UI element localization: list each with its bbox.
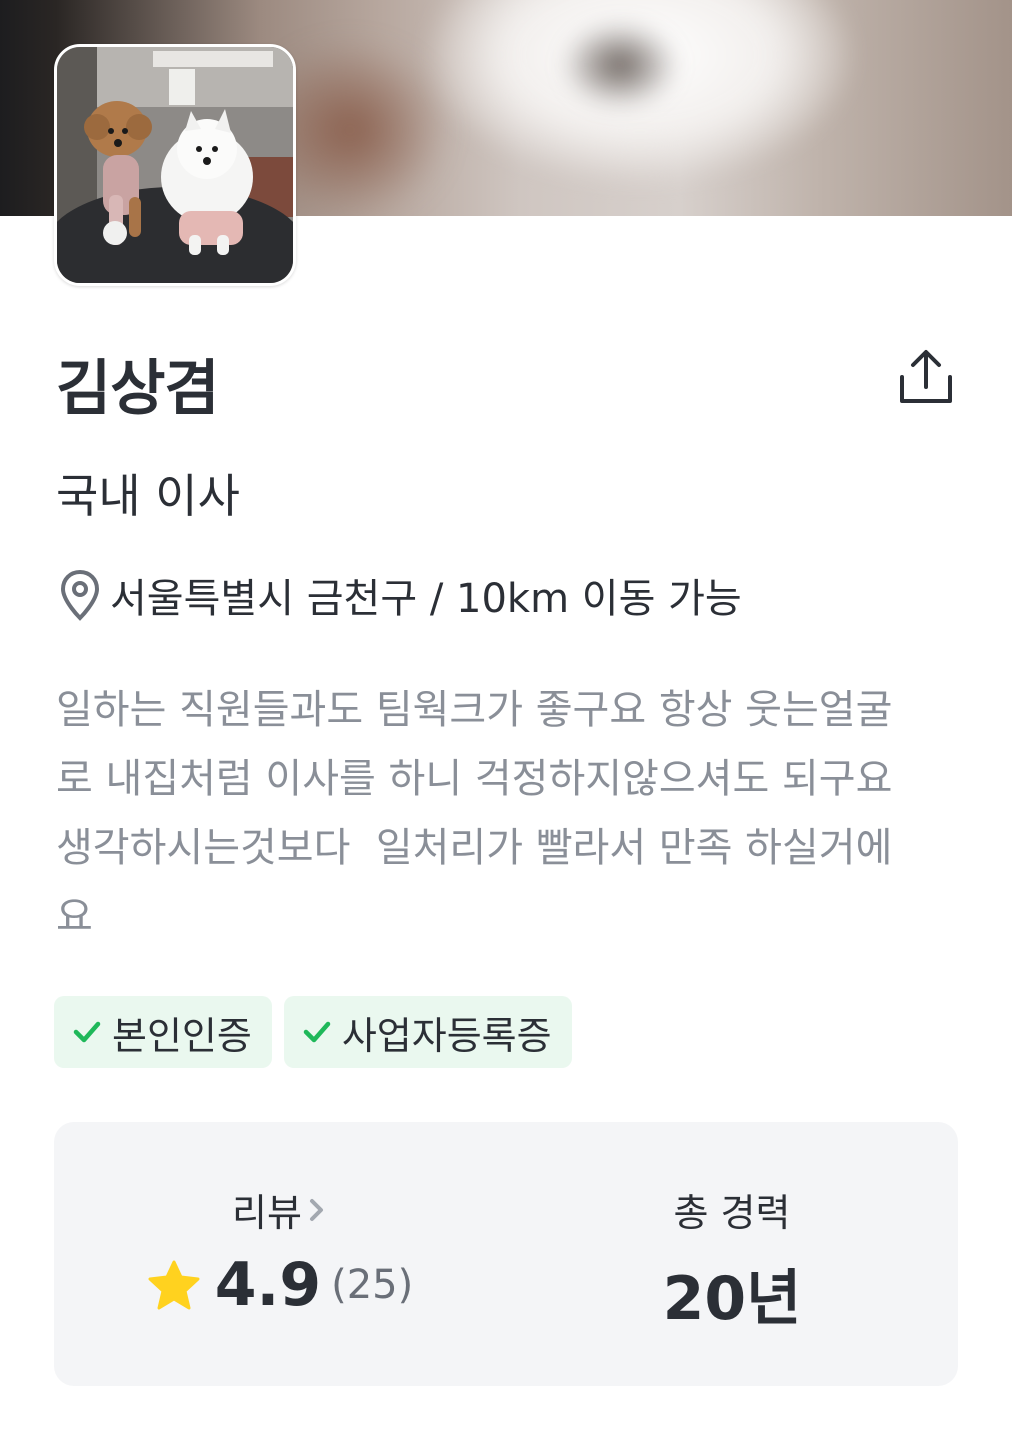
check-icon [303,1021,331,1043]
chevron-right-icon [309,1198,323,1221]
service-location: 서울특별시 금천구 / 10km 이동 가능 [58,566,742,624]
share-button[interactable] [894,344,958,408]
check-icon [73,1021,101,1043]
career-stat: 총 경력 20년 [506,1122,958,1386]
service-category: 국내 이사 [56,469,240,523]
rating-score: 4.9 [214,1250,322,1320]
star-icon [148,1260,200,1310]
expert-profile-page: 김상겸 국내 이사 서울특별시 금천구 / 10km 이동 가능 일하는 직원들… [0,0,1012,1440]
review-link[interactable]: 리뷰 [54,1182,506,1237]
career-value: 20년 [662,1264,802,1334]
badge-identity-verified: 본인인증 [54,996,272,1068]
location-pin-icon [60,569,100,621]
profile-avatar[interactable] [54,44,296,286]
career-label: 총 경력 [673,1191,791,1235]
profile-intro: 일하는 직원들과도 팀웍크가 좋구요 항상 웃는얼굴 로 내집처럼 이사를 하니… [56,687,893,940]
badge-business-registration: 사업자등록증 [283,996,572,1068]
badge-label: 본인인증 [112,1013,252,1058]
share-icon [900,350,952,403]
badge-label: 사업자등록증 [341,1013,552,1058]
profile-name: 김상겸 [56,354,220,424]
review-count: (25) [331,1262,414,1308]
rating-row: 4.9 (25) [54,1250,506,1320]
location-text: 서울특별시 금천구 / 10km 이동 가능 [110,576,742,622]
dog-photo [57,47,293,283]
verification-badges: 본인인증 사업자등록증 [54,996,572,1068]
review-label: 리뷰 [232,1191,302,1235]
